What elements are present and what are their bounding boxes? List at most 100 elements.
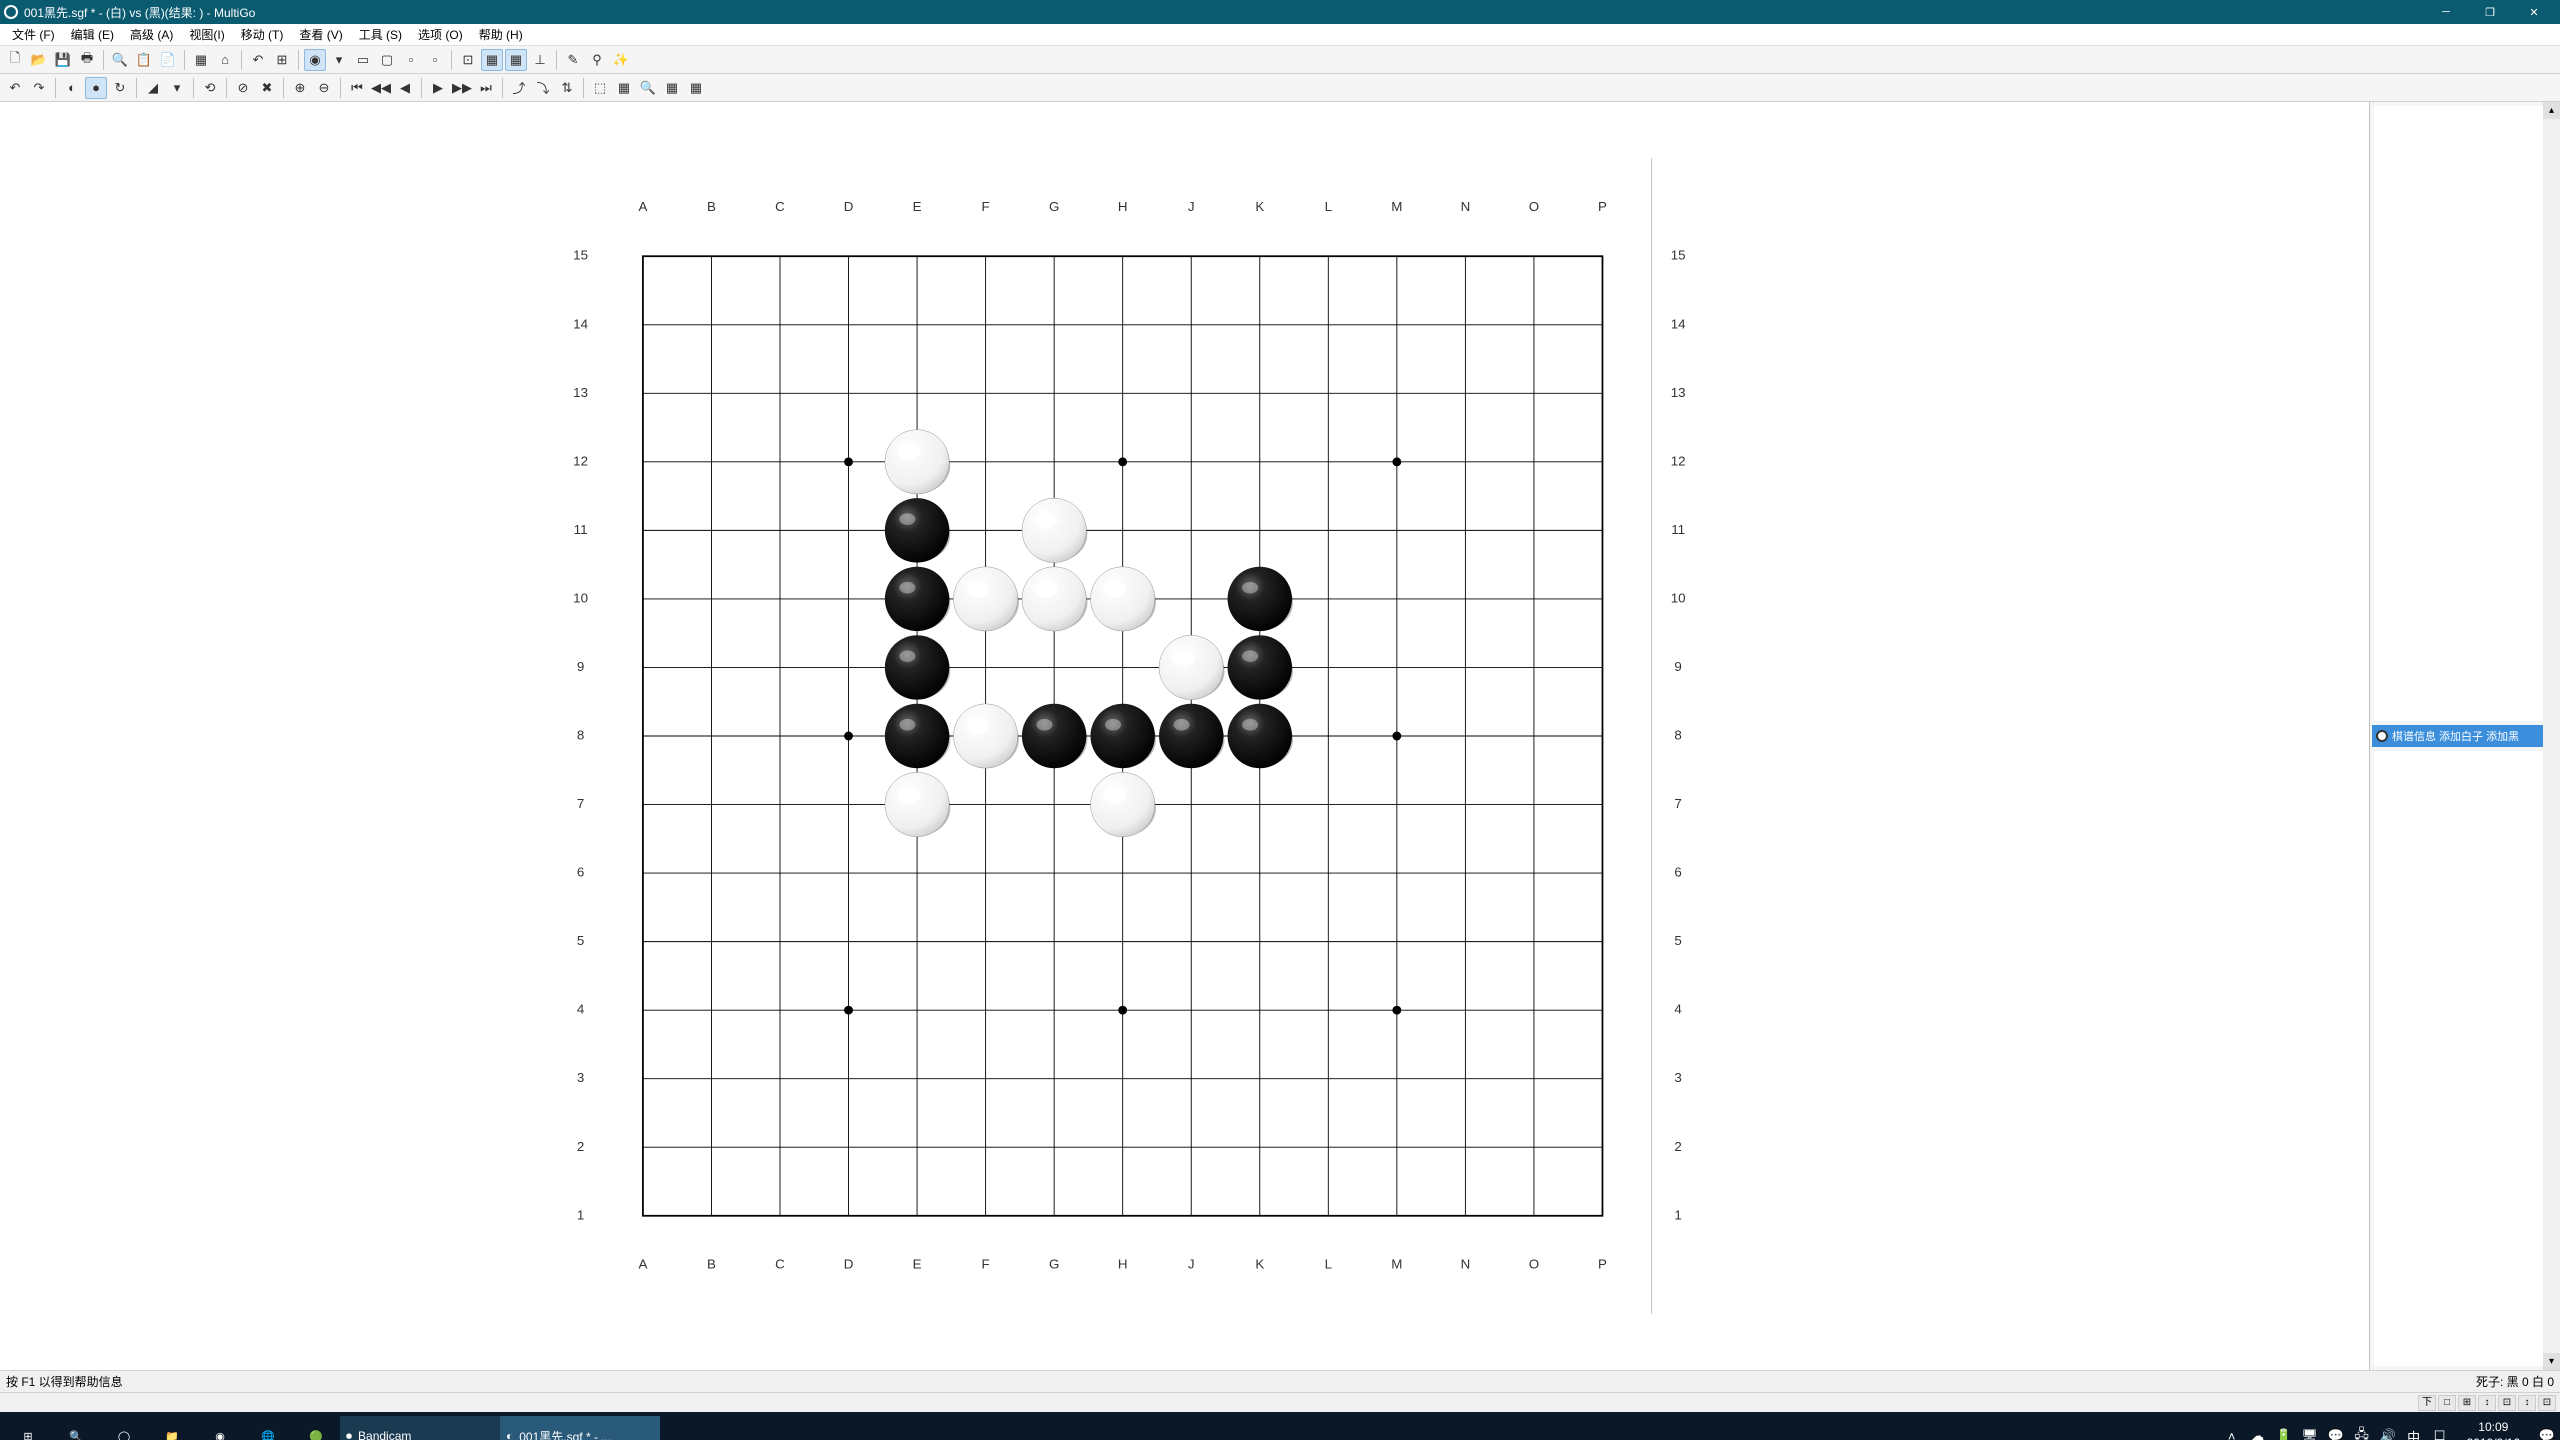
tray-icon-8[interactable]: ☐ — [2431, 1427, 2449, 1440]
stone-black[interactable] — [1227, 635, 1291, 699]
status-mini-5[interactable]: ↕ — [2518, 1395, 2536, 1411]
menu-item-3[interactable]: 视图(I) — [181, 24, 232, 45]
toolbar-button-33[interactable]: ▦ — [661, 77, 683, 99]
close-button[interactable]: ✕ — [2512, 0, 2556, 24]
menu-item-4[interactable]: 移动 (T) — [233, 24, 292, 45]
stone-black[interactable] — [1227, 567, 1291, 631]
toolbar-button-17[interactable]: ▭ — [352, 49, 374, 71]
scroll-track[interactable] — [2543, 119, 2560, 1353]
menu-item-8[interactable]: 帮助 (H) — [471, 24, 531, 45]
toolbar-button-27[interactable]: ✎ — [562, 49, 584, 71]
toolbar-button-7[interactable]: 📄 — [157, 49, 179, 71]
status-mini-0[interactable]: 下 — [2418, 1395, 2436, 1411]
toolbar-button-3[interactable]: 🖶 — [76, 49, 98, 71]
toolbar-button-16[interactable]: ⊖ — [313, 77, 335, 99]
stone-black[interactable] — [884, 635, 948, 699]
stone-white[interactable] — [1021, 567, 1085, 631]
toolbar-button-34[interactable]: ▦ — [685, 77, 707, 99]
taskbar-pin-3[interactable]: 🟢 — [292, 1416, 340, 1440]
toolbar-button-15[interactable]: ⊕ — [289, 77, 311, 99]
taskbar-pin-2[interactable]: 🌐 — [244, 1416, 292, 1440]
side-panel-info[interactable]: 棋谱信息 添加白子 添加黑 — [2372, 725, 2558, 747]
toolbar-button-28[interactable]: ⚲ — [586, 49, 608, 71]
toolbar-button-24[interactable]: ⏭ — [475, 77, 497, 99]
tray-icon-1[interactable]: ☁ — [2249, 1427, 2267, 1440]
toolbar-button-5[interactable]: ↻ — [109, 77, 131, 99]
maximize-button[interactable]: ❐ — [2468, 0, 2512, 24]
stone-black[interactable] — [884, 567, 948, 631]
tray-icon-4[interactable]: 💬 — [2327, 1427, 2345, 1440]
notifications-button[interactable]: 💬 — [2538, 1427, 2556, 1440]
go-board[interactable]: AABBCCDDEEFFGGHHJJKKLLMMNNOOPP1122334455… — [545, 121, 1825, 1351]
menu-item-5[interactable]: 查看 (V) — [291, 24, 350, 45]
taskbar-pin-1[interactable]: ◉ — [196, 1416, 244, 1440]
menu-item-0[interactable]: 文件 (F) — [4, 24, 63, 45]
toolbar-button-7[interactable]: ◢ — [142, 77, 164, 99]
stone-white[interactable] — [1021, 498, 1085, 562]
stone-black[interactable] — [1090, 704, 1154, 768]
toolbar-button-32[interactable]: 🔍 — [637, 77, 659, 99]
status-mini-4[interactable]: ⊡ — [2498, 1395, 2516, 1411]
status-mini-3[interactable]: ↕ — [2478, 1395, 2496, 1411]
clock[interactable]: 10:09 2019/9/16 — [2457, 1420, 2530, 1440]
toolbar-button-1[interactable]: ↷ — [28, 77, 50, 99]
stone-black[interactable] — [884, 498, 948, 562]
toolbar-button-0[interactable]: 🗋 — [4, 49, 26, 71]
menu-item-1[interactable]: 编辑 (E) — [63, 24, 122, 45]
toolbar-button-23[interactable]: ▶▶ — [451, 77, 473, 99]
status-mini-6[interactable]: ⊡ — [2538, 1395, 2556, 1411]
toolbar-button-10[interactable]: ⟲ — [199, 77, 221, 99]
toolbar-button-9[interactable]: ▦ — [190, 49, 212, 71]
menu-item-6[interactable]: 工具 (S) — [351, 24, 410, 45]
toolbar-button-18[interactable]: ▢ — [376, 49, 398, 71]
taskbar-pin-0[interactable]: 📁 — [148, 1416, 196, 1440]
toolbar-button-18[interactable]: ⏮ — [346, 77, 368, 99]
menu-item-2[interactable]: 高级 (A) — [122, 24, 181, 45]
toolbar-button-30[interactable]: ⬚ — [589, 77, 611, 99]
toolbar-button-15[interactable]: ◉ — [304, 49, 326, 71]
toolbar-button-3[interactable]: ◐ — [61, 77, 83, 99]
stone-black[interactable] — [1227, 704, 1291, 768]
toolbar-button-0[interactable]: ↶ — [4, 77, 26, 99]
taskbar-app-1[interactable]: ◐001黑先.sgf * - ... — [500, 1416, 660, 1440]
toolbar-button-26[interactable]: ⤴ — [508, 77, 530, 99]
tray-icon-0[interactable]: ˄ — [2223, 1427, 2241, 1440]
toolbar-button-8[interactable]: ▾ — [166, 77, 188, 99]
toolbar-button-23[interactable]: ▦ — [481, 49, 503, 71]
scroll-down-icon[interactable]: ▾ — [2543, 1353, 2560, 1370]
tray-icon-2[interactable]: 🔋 — [2275, 1427, 2293, 1440]
toolbar-button-20[interactable]: ◀ — [394, 77, 416, 99]
scroll-up-icon[interactable]: ▴ — [2543, 102, 2560, 119]
tray-icon-7[interactable]: 中 — [2405, 1427, 2423, 1440]
toolbar-button-6[interactable]: 📋 — [133, 49, 155, 71]
tray-icon-6[interactable]: 🔊 — [2379, 1427, 2397, 1440]
toolbar-button-13[interactable]: ⊞ — [271, 49, 293, 71]
toolbar-button-22[interactable]: ⊡ — [457, 49, 479, 71]
side-scrollbar[interactable]: ▴ ▾ — [2543, 102, 2560, 1370]
toolbar-button-10[interactable]: ⌂ — [214, 49, 236, 71]
stone-white[interactable] — [1090, 567, 1154, 631]
toolbar-button-13[interactable]: ✖ — [256, 77, 278, 99]
board-container[interactable]: AABBCCDDEEFFGGHHJJKKLLMMNNOOPP1122334455… — [545, 121, 1825, 1351]
start-button[interactable]: ⊞ — [4, 1416, 52, 1440]
stone-white[interactable] — [1090, 772, 1154, 836]
toolbar-button-24[interactable]: ▦ — [505, 49, 527, 71]
toolbar-button-19[interactable]: ▫ — [400, 49, 422, 71]
minimize-button[interactable]: ─ — [2424, 0, 2468, 24]
stone-white[interactable] — [884, 430, 948, 494]
toolbar-button-31[interactable]: ▦ — [613, 77, 635, 99]
tray-icon-5[interactable]: 🖧 — [2353, 1427, 2371, 1440]
stone-white[interactable] — [953, 704, 1017, 768]
menu-item-7[interactable]: 选项 (O) — [410, 24, 471, 45]
stone-black[interactable] — [884, 704, 948, 768]
status-mini-1[interactable]: □ — [2438, 1395, 2456, 1411]
toolbar-button-12[interactable]: ↶ — [247, 49, 269, 71]
toolbar-button-19[interactable]: ◀◀ — [370, 77, 392, 99]
toolbar-button-22[interactable]: ▶ — [427, 77, 449, 99]
toolbar-button-2[interactable]: 💾 — [52, 49, 74, 71]
taskbar-app-0[interactable]: ⏺Bandicam — [340, 1416, 500, 1440]
toolbar-button-29[interactable]: ✨ — [610, 49, 632, 71]
stone-white[interactable] — [1159, 635, 1223, 699]
toolbar-button-12[interactable]: ⊘ — [232, 77, 254, 99]
toolbar-button-20[interactable]: ▫ — [424, 49, 446, 71]
